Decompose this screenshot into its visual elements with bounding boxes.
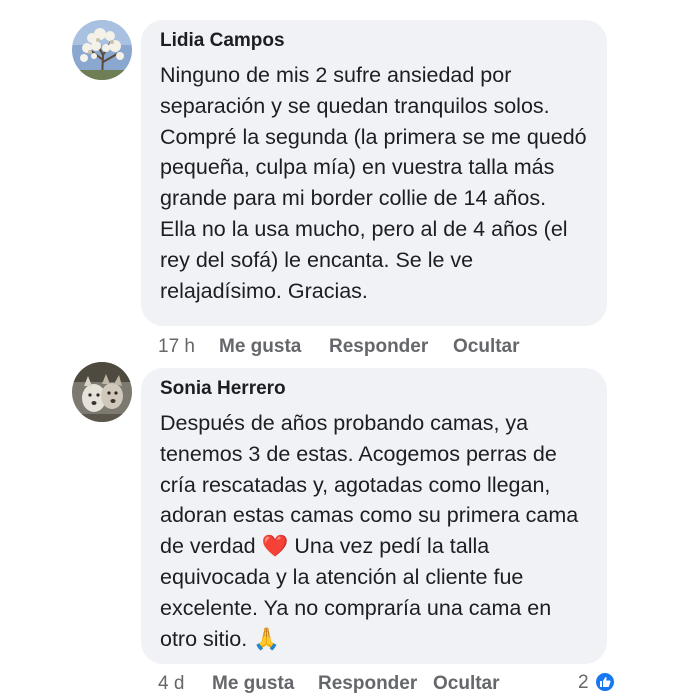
heart-emoji-icon: ❤️ [261,534,289,559]
reply-button[interactable]: Responder [329,336,428,358]
comment-bubble: Sonia Herrero Después de años probando c… [141,368,607,664]
thumbs-up-icon [594,671,616,693]
reply-button[interactable]: Responder [318,673,417,695]
comment-line-part: otro sitio. [160,626,248,651]
reaction-count: 2 [578,672,589,693]
comment-bubble: Lidia Campos Ninguno de mis 2 sufre ansi… [141,20,607,326]
praying-hands-emoji-icon: 🙏 [253,626,280,651]
comment-line-part: de verdad [160,534,256,559]
comment-line: rey del sofá) le encanta. Se le ve [160,247,474,272]
comment-line: relajadísimo. Gracias. [160,278,368,303]
comment-line: Compré la segunda (la primera se me qued… [160,124,587,149]
timestamp[interactable]: 4 d [158,673,184,695]
author-name[interactable]: Lidia Campos [160,30,285,52]
like-button[interactable]: Me gusta [212,673,294,695]
comment-line: pequeña, culpa mía) en vuestra talla más [160,155,555,180]
comment-text: Ninguno de mis 2 sufre ansiedad por sepa… [160,60,600,306]
timestamp[interactable]: 17 h [158,336,195,358]
avatar[interactable] [72,362,132,422]
dogs-avatar-icon [72,362,132,422]
flowering-tree-avatar-icon [72,20,132,80]
hide-button[interactable]: Ocultar [453,336,520,358]
comment-line: otro sitio. 🙏 [160,624,600,655]
comment-line: Ella no la usa mucho, pero al de 4 años … [160,216,568,241]
comment-line: Ninguno de mis 2 sufre ansiedad por [160,63,512,87]
comment-line: de verdad ❤️ Una vez pedí la talla [160,531,600,562]
hide-button[interactable]: Ocultar [433,673,500,695]
comment-line: cría rescatadas y, agotadas como llegan, [160,472,551,497]
like-button[interactable]: Me gusta [219,336,301,358]
comment-line: Después de años probando camas, ya [160,411,529,435]
comment-line: equivocada y la atención al cliente fue [160,564,524,589]
comment-line: separación y se quedan tranquilos solos. [160,93,550,118]
comment-line: adoran estas camas como su primera cama [160,503,579,528]
author-name[interactable]: Sonia Herrero [160,378,286,400]
comment-text: Después de años probando camas, ya tenem… [160,408,600,654]
comment-line: grande para mi border collie de 14 años. [160,186,547,211]
comment-line: tenemos 3 de estas. Acogemos perras de [160,441,557,466]
comment-line-part: Una vez pedí la talla [294,534,490,559]
avatar[interactable] [72,20,132,80]
comment-line: excelente. Ya no compraría una cama en [160,595,552,620]
